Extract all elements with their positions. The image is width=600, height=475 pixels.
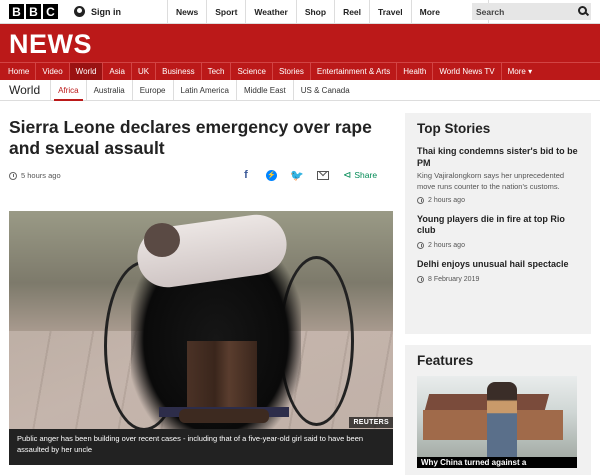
global-nav-news[interactable]: News	[167, 0, 206, 24]
subnav-latin-america[interactable]: Latin America	[172, 79, 236, 101]
subnav-australia[interactable]: Australia	[85, 79, 132, 101]
more-label: More	[419, 6, 440, 17]
article-time: 5 hours ago	[21, 171, 61, 180]
clock-icon	[417, 275, 424, 283]
subnav-title[interactable]: World	[9, 83, 40, 97]
top-story-title[interactable]: Thai king condemns sister's bid to be PM	[417, 146, 579, 169]
section-science[interactable]: Science	[231, 63, 273, 80]
sign-in-link[interactable]: Sign in	[74, 0, 121, 24]
section-home[interactable]: Home	[2, 63, 37, 80]
section-uk[interactable]: UK	[132, 63, 157, 80]
clock-icon	[417, 196, 424, 204]
top-stories-heading: Top Stories	[417, 121, 491, 136]
email-share-button[interactable]	[317, 169, 329, 181]
section-business[interactable]: Business	[156, 63, 202, 80]
top-stories-panel: Top Stories Thai king condemns sister's …	[405, 113, 591, 334]
subnav-europe[interactable]: Europe	[131, 79, 173, 101]
bbc-logo-letter: B	[26, 4, 41, 19]
image-credit: REUTERS	[349, 417, 393, 428]
bbc-logo[interactable]: B B C	[9, 4, 58, 19]
search-input[interactable]: Search	[472, 3, 591, 20]
top-story-timestamp: 8 February 2019	[417, 275, 579, 283]
subnav-us-canada[interactable]: US & Canada	[292, 79, 357, 101]
top-story-time: 8 February 2019	[428, 275, 480, 283]
top-story-summary: King Vajiralongkorn says her unprecedent…	[417, 171, 565, 191]
news-banner: NEWS	[0, 24, 600, 62]
subnav-africa[interactable]: Africa	[50, 79, 85, 101]
top-story-item: Delhi enjoys unusual hail spectacle 8 Fe…	[417, 259, 579, 283]
article-headline: Sierra Leone declares emergency over rap…	[9, 117, 372, 159]
features-panel: Features Why China turned against a	[405, 345, 591, 475]
section-world-news-tv[interactable]: World News TV	[433, 63, 502, 80]
top-story-title[interactable]: Young players die in fire at top Rio clu…	[417, 214, 579, 237]
email-icon	[317, 170, 329, 180]
clock-icon	[417, 242, 424, 249]
user-icon	[74, 6, 85, 17]
global-nav-weather[interactable]: Weather	[245, 0, 295, 24]
share-icon: ⊲	[343, 169, 352, 181]
facebook-icon[interactable]: f	[240, 169, 252, 181]
bbc-logo-letter: B	[9, 4, 24, 19]
feature-caption: Why China turned against a	[417, 457, 577, 468]
top-story-timestamp: 2 hours ago	[417, 196, 579, 204]
clock-icon	[9, 171, 17, 180]
feature-image-link[interactable]: Why China turned against a	[417, 376, 577, 468]
section-more-button[interactable]: More ▾	[502, 63, 538, 80]
section-stories[interactable]: Stories	[273, 63, 311, 80]
section-asia[interactable]: Asia	[103, 63, 132, 80]
top-story-timestamp: 2 hours ago	[417, 242, 579, 249]
search-icon[interactable]	[578, 6, 587, 15]
global-nav-shop[interactable]: Shop	[295, 0, 334, 24]
sign-in-label: Sign in	[91, 6, 121, 17]
article-timestamp: 5 hours ago	[9, 171, 61, 180]
section-health[interactable]: Health	[397, 63, 434, 80]
news-title-link[interactable]: NEWS	[9, 29, 92, 60]
share-tools: f ⚡ 🐦 ⊲ Share	[240, 169, 377, 182]
section-video[interactable]: Video	[36, 63, 70, 80]
global-nav-sport[interactable]: Sport	[206, 0, 245, 24]
share-label: Share	[354, 170, 378, 180]
search-placeholder: Search	[476, 6, 505, 17]
section-world[interactable]: World	[69, 63, 104, 80]
top-story-title[interactable]: Delhi enjoys unusual hail spectacle	[417, 259, 579, 271]
section-navigation: Home Video World Asia UK Business Tech S…	[0, 62, 600, 80]
global-nav-links: News Sport Weather Shop Reel Travel More…	[167, 0, 489, 24]
image-caption: Public anger has been building over rece…	[9, 429, 393, 465]
features-heading: Features	[417, 353, 474, 368]
share-button[interactable]: ⊲ Share	[343, 170, 377, 181]
twitter-icon[interactable]: 🐦	[290, 169, 304, 182]
top-story-item: Young players die in fire at top Rio clu…	[417, 214, 579, 249]
top-story-item: Thai king condemns sister's bid to be PM…	[417, 146, 579, 204]
section-tech[interactable]: Tech	[202, 63, 232, 80]
world-subnavigation: World Africa Australia Europe Latin Amer…	[0, 79, 600, 101]
bbc-logo-letter: C	[43, 4, 58, 19]
global-nav-travel[interactable]: Travel	[369, 0, 411, 24]
global-navigation-bar: B B C Sign in News Sport Weather Shop Re…	[0, 0, 600, 24]
section-entertainment-arts[interactable]: Entertainment & Arts	[311, 63, 398, 80]
global-nav-reel[interactable]: Reel	[334, 0, 369, 24]
article-hero-image: REUTERS	[9, 211, 393, 429]
top-story-time: 2 hours ago	[428, 196, 465, 204]
subnav-middle-east[interactable]: Middle East	[235, 79, 293, 101]
messenger-icon[interactable]: ⚡	[266, 169, 277, 181]
top-story-time: 2 hours ago	[428, 242, 465, 249]
